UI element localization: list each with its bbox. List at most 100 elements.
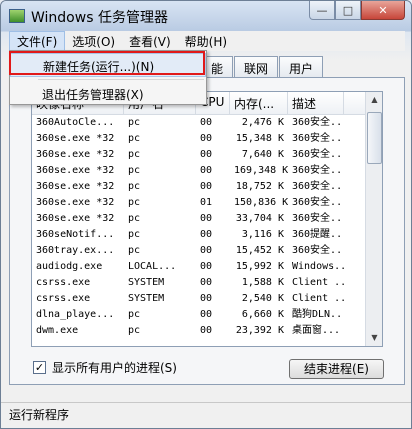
cell-image-name: dlna_playe... [36, 309, 115, 320]
cell-memory: 169,348 K [234, 165, 288, 176]
process-row[interactable]: 360tray.ex... pc 00 15,452 K 360安全... [32, 243, 382, 259]
cell-cpu: 00 [200, 181, 213, 192]
process-rows: 360AutoCle... pc 00 2,476 K 360安全... 360se.ex… [32, 115, 382, 339]
cell-description: Client ... [292, 277, 344, 288]
cell-memory: 7,640 K [241, 149, 284, 160]
cell-memory: 23,392 K [235, 325, 284, 336]
process-row[interactable]: dwm.exe pc 00 23,392 K 桌面窗... [32, 323, 382, 339]
window-title: Windows 任务管理器 [31, 10, 168, 26]
task-manager-icon [9, 9, 25, 23]
menu-bar: 文件(F) 选项(O) 查看(V) 帮助(H) [9, 30, 405, 52]
cell-description: 360安全... [292, 213, 344, 224]
menu-help[interactable]: 帮助(H) [178, 32, 234, 51]
cell-image-name: dwm.exe [36, 325, 79, 336]
exit-task-manager-menu-item[interactable]: 退出任务管理器(X) [10, 82, 206, 106]
cell-cpu: 00 [200, 229, 213, 240]
process-row[interactable]: 360seNotif... pc 00 3,116 K 360提醒... [32, 227, 382, 243]
process-row[interactable]: csrss.exe SYSTEM 00 2,540 K Client ... [32, 291, 382, 307]
status-bar: 运行新程序 [1, 402, 411, 428]
cell-cpu: 00 [200, 117, 213, 128]
cell-description: 酷狗DLN... [292, 309, 344, 320]
process-row[interactable]: 360se.exe *32 pc 00 18,752 K 360安全... [32, 179, 382, 195]
cell-cpu: 00 [200, 133, 213, 144]
scroll-up-icon[interactable]: ▲ [367, 92, 382, 108]
scroll-down-icon[interactable]: ▼ [367, 330, 382, 346]
new-task-menu-item[interactable]: 新建任务(运行...)(N) [10, 53, 206, 77]
cell-user-name: SYSTEM [128, 293, 165, 304]
cell-memory: 150,836 K [234, 197, 288, 208]
tab-strip: 能 联网 用户 [201, 56, 324, 78]
menu-separator [38, 79, 204, 80]
tab-networking[interactable]: 联网 [234, 56, 279, 78]
cell-memory: 33,704 K [235, 213, 284, 224]
cell-image-name: 360se.exe *32 [36, 197, 115, 208]
process-row[interactable]: 360se.exe *32 pc 00 7,640 K 360安全... [32, 147, 382, 163]
cell-description: 360安全... [292, 165, 344, 176]
process-row[interactable]: 360se.exe *32 pc 00 33,704 K 360安全... [32, 211, 382, 227]
task-manager-window: Windows 任务管理器 — □ ✕ 文件(F) 选项(O) 查看(V) 帮助… [0, 0, 412, 429]
process-list[interactable]: 映像名称 用户名 CPU 内存(... 描述 360AutoCle...pc00… [31, 91, 383, 347]
cell-user-name: pc [128, 165, 141, 176]
cell-user-name: pc [128, 229, 141, 240]
cell-cpu: 00 [200, 261, 213, 272]
process-row[interactable]: 360se.exe *32 pc 00 169,348 K 360安全... [32, 163, 382, 179]
cell-cpu: 01 [200, 197, 213, 208]
cell-user-name: pc [128, 197, 141, 208]
cell-description: 360安全... [292, 117, 344, 128]
process-row[interactable]: csrss.exe SYSTEM 00 1,588 K Client ... [32, 275, 382, 291]
maximize-button[interactable]: □ [335, 1, 361, 20]
cell-user-name: pc [128, 309, 141, 320]
tab-users[interactable]: 用户 [279, 56, 324, 78]
cell-user-name: pc [128, 117, 141, 128]
cell-cpu: 00 [200, 165, 213, 176]
cell-description: 360安全... [292, 197, 344, 208]
cell-user-name: pc [128, 245, 141, 256]
cell-cpu: 00 [200, 149, 213, 160]
cell-image-name: 360tray.ex... [36, 245, 115, 256]
status-text: 运行新程序 [9, 408, 70, 422]
cell-cpu: 00 [200, 293, 213, 304]
cell-description: 360安全... [292, 133, 344, 144]
show-all-users-option[interactable]: ✓ 显示所有用户的进程(S) [33, 359, 177, 376]
cell-image-name: 360se.exe *32 [36, 213, 115, 224]
scroll-thumb[interactable] [367, 112, 382, 164]
minimize-button[interactable]: — [309, 1, 335, 20]
cell-description: 桌面窗... [292, 325, 341, 336]
cell-description: 360安全... [292, 149, 344, 160]
cell-memory: 15,992 K [235, 261, 284, 272]
cell-cpu: 00 [200, 245, 213, 256]
cell-image-name: 360AutoCle... [36, 117, 115, 128]
cell-image-name: audiodg.exe [36, 261, 103, 272]
close-button[interactable]: ✕ [361, 1, 405, 20]
cell-memory: 3,116 K [241, 229, 284, 240]
cell-description: Windows... [292, 261, 344, 272]
cell-image-name: 360se.exe *32 [36, 149, 115, 160]
process-row[interactable]: dlna_playe... pc 00 6,660 K 酷狗DLN... [32, 307, 382, 323]
menu-view[interactable]: 查看(V) [122, 32, 178, 51]
column-description[interactable]: 描述 [288, 92, 344, 114]
cell-user-name: pc [128, 133, 141, 144]
process-row[interactable]: 360se.exe *32 pc 01 150,836 K 360安全... [32, 195, 382, 211]
cell-image-name: 360se.exe *32 [36, 165, 115, 176]
cell-memory: 15,452 K [235, 245, 284, 256]
cell-user-name: pc [128, 325, 141, 336]
cell-cpu: 00 [200, 213, 213, 224]
menu-file[interactable]: 文件(F) [9, 30, 66, 52]
cell-user-name: LOCAL... [128, 261, 177, 272]
vertical-scrollbar[interactable]: ▲ ▼ [365, 92, 382, 346]
cell-image-name: csrss.exe [36, 293, 91, 304]
process-row[interactable]: 360se.exe *32 pc 00 15,348 K 360安全... [32, 131, 382, 147]
show-all-users-checkbox[interactable]: ✓ [33, 361, 46, 374]
process-row[interactable]: audiodg.exe LOCAL... 00 15,992 K Windows... [32, 259, 382, 275]
column-memory[interactable]: 内存(... [230, 92, 288, 114]
cell-memory: 1,588 K [241, 277, 284, 288]
cell-description: 360安全... [292, 245, 344, 256]
menu-options[interactable]: 选项(O) [65, 32, 122, 51]
end-process-button[interactable]: 结束进程(E) [289, 359, 384, 379]
title-bar: Windows 任务管理器 — □ ✕ [1, 1, 411, 31]
process-row[interactable]: 360AutoCle... pc 00 2,476 K 360安全... [32, 115, 382, 131]
cell-cpu: 00 [200, 325, 213, 336]
cell-user-name: SYSTEM [128, 277, 165, 288]
cell-memory: 18,752 K [235, 181, 284, 192]
window-controls: — □ ✕ [309, 1, 405, 21]
